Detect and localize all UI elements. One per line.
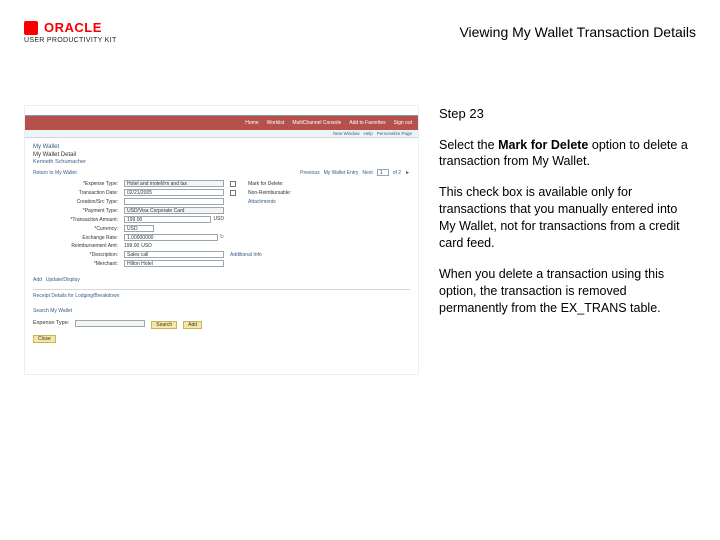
trans-date-label: Transaction Date: (33, 190, 118, 196)
breadcrumb: My Wallet (33, 144, 410, 150)
mark-delete-label: Mark for Delete: (248, 181, 338, 187)
embedded-screenshot: Home Worklist MultiChannel Console Add t… (24, 105, 419, 375)
currency-label: *Currency: (33, 226, 118, 232)
nonreimb-checkbox[interactable] (230, 190, 236, 196)
instruction-p2: This check box is available only for tra… (439, 184, 696, 252)
created-input (124, 198, 224, 205)
reimb-amount: 199.00 (124, 243, 139, 249)
content-area: Home Worklist MultiChannel Console Add t… (24, 105, 696, 375)
currency-input[interactable]: USD (124, 225, 154, 232)
desc-label: *Description: (33, 252, 118, 258)
add-button[interactable]: Add (183, 321, 202, 329)
nav-fav[interactable]: Add to Favorites (349, 120, 385, 126)
return-link[interactable]: Return to My Wallet (33, 170, 77, 176)
instruction-panel: Step 23 Select the Mark for Delete optio… (439, 105, 696, 375)
attachments-link[interactable]: Attachments (248, 199, 338, 205)
personalize-link[interactable]: Personalize Page (377, 131, 412, 136)
payment-select[interactable]: USD/Visa Corporate Card (124, 207, 224, 214)
rate-label: Exchange Rate: (33, 235, 118, 241)
search-section: Search My Wallet (33, 305, 410, 314)
merchant-input[interactable]: Hilton Hotel (124, 260, 224, 267)
oracle-icon (24, 21, 38, 35)
instruction-p1: Select the Mark for Delete option to del… (439, 137, 696, 171)
reimb-currency: USD (141, 243, 152, 249)
nonreimb-label: Non-Reimbursable: (248, 190, 338, 196)
payment-label: *Payment Type: (33, 208, 118, 214)
detail-title: My Wallet Detail (33, 152, 410, 158)
expense-type-label: *Expense Type: (33, 181, 118, 187)
nav-console[interactable]: MultiChannel Console (292, 120, 341, 126)
oracle-logo: ORACLE USER PRODUCTIVITY KIT (24, 20, 117, 44)
entry-index[interactable]: 1 (377, 169, 389, 176)
amount-currency: USD (213, 216, 224, 223)
nav-signout[interactable]: Sign out (394, 120, 412, 126)
mark-for-delete-text: Mark for Delete (498, 138, 588, 152)
next-link[interactable]: Next (362, 170, 372, 176)
search-type-label: Expense Type: (33, 320, 69, 326)
desc-input[interactable]: Sales call (124, 251, 224, 258)
amount-input[interactable]: 199.00 (124, 216, 211, 223)
close-button[interactable]: Close (33, 335, 56, 343)
created-label: Creation/Src Type: (33, 199, 118, 205)
help-link[interactable]: Help (363, 131, 372, 136)
mark-delete-checkbox[interactable] (230, 181, 236, 187)
refresh-icon[interactable]: ↻ (220, 234, 224, 241)
reimb-label: Reimbursement Amt: (33, 243, 118, 249)
expense-type-select[interactable]: Hotel and motel/rm and tax (124, 180, 224, 187)
update-display-link[interactable]: Update/Display (46, 277, 80, 283)
add-row-link[interactable]: Add (33, 277, 42, 283)
tab-label: My Wallet Entry (324, 170, 359, 176)
sub-nav: New Window Help Personalize Page (25, 130, 418, 138)
add-info-link[interactable]: Additional Info (230, 252, 338, 258)
search-button[interactable]: Search (151, 321, 177, 329)
employee-name: Kenneth Schumacher (33, 159, 410, 165)
nav-home[interactable]: Home (245, 120, 258, 126)
merchant-label: *Merchant: (33, 261, 118, 267)
step-label: Step 23 (439, 105, 696, 123)
page-header: ORACLE USER PRODUCTIVITY KIT Viewing My … (24, 20, 696, 44)
of-label: of 2 (393, 170, 401, 176)
oracle-wordmark: ORACLE (44, 20, 102, 35)
trans-date-input[interactable]: 02/21/2005 (124, 189, 224, 196)
new-window-link[interactable]: New Window (333, 131, 359, 136)
upk-subtitle: USER PRODUCTIVITY KIT (24, 37, 117, 44)
instruction-p3: When you delete a transaction using this… (439, 266, 696, 317)
arrow-icon[interactable]: ► (405, 170, 410, 176)
amount-label: *Transaction Amount: (33, 217, 118, 223)
page-title: Viewing My Wallet Transaction Details (459, 24, 696, 40)
app-nav: Home Worklist MultiChannel Console Add t… (25, 116, 418, 130)
receipt-section[interactable]: Receipt Details for Lodging/Breakdown (33, 289, 410, 299)
nav-worklist[interactable]: Worklist (267, 120, 285, 126)
rate-input[interactable]: 1.00000000 (124, 234, 218, 241)
prev-link[interactable]: Previous (300, 170, 319, 176)
search-type-select[interactable] (75, 320, 145, 327)
